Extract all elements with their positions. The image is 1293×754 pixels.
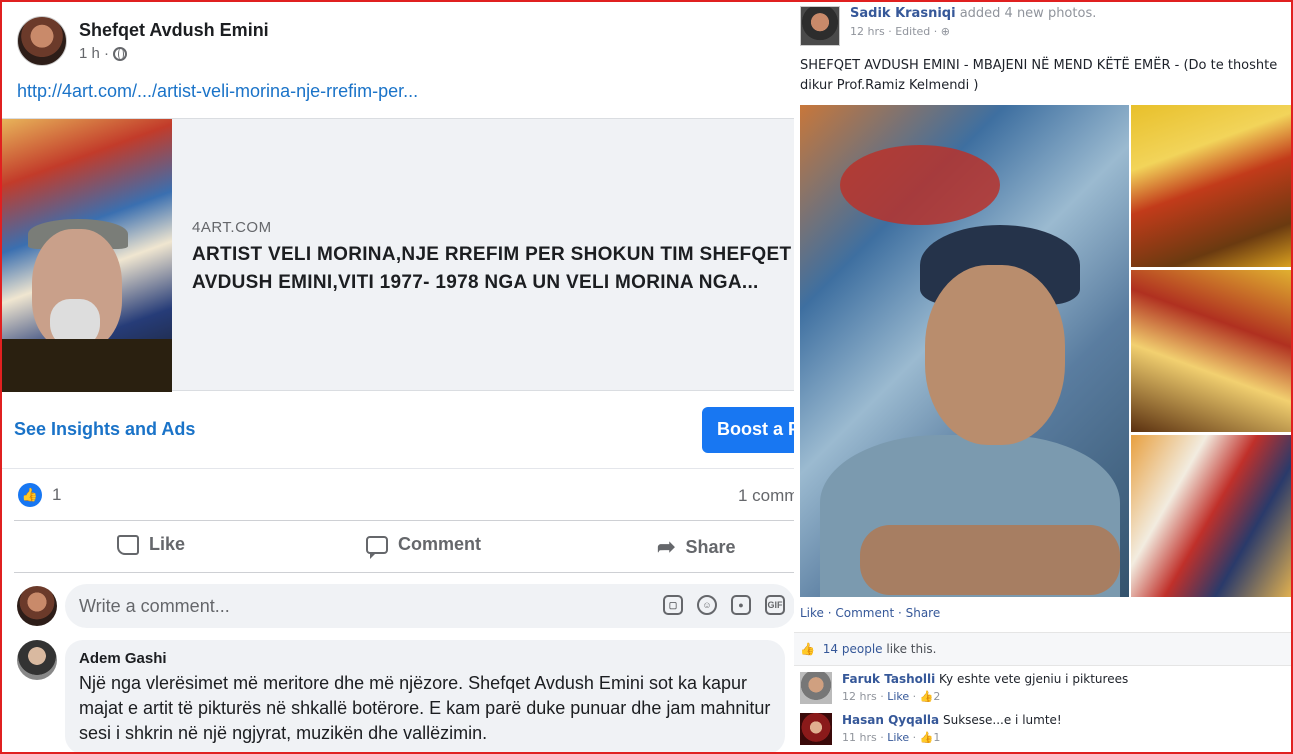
commenter-avatar[interactable] (800, 713, 832, 745)
thumbs-up-icon: 👍 (919, 690, 934, 703)
gif-icon[interactable]: GIF (765, 595, 785, 615)
divider (14, 572, 794, 573)
comment-icon (366, 535, 388, 559)
post-action-text: added 4 new photos. (959, 6, 1097, 21)
comment-button[interactable]: Comment (366, 534, 482, 559)
thumbs-up-icon: 👍 (919, 731, 934, 744)
post-actions-label: Like · Comment · Share (800, 606, 941, 620)
emoji-icon[interactable]: ☺ (697, 595, 717, 615)
divider (14, 520, 794, 521)
comment: Adem Gashi Një nga vlerësimet më meritor… (17, 640, 785, 752)
comment-text: Një nga vlerësimet më meritore dhe më nj… (79, 673, 771, 743)
preview-title[interactable]: ARTIST VELI MORINA,NJE RREFIM PER SHOKUN… (192, 241, 792, 297)
comment-like-count: 2 (933, 690, 941, 703)
share-button[interactable]: ➦ Share (657, 534, 735, 560)
comment: Faruk Tasholli Ky eshte vete gjeniu i pi… (800, 672, 1128, 704)
reaction-count: 1 (52, 485, 62, 504)
post-title-line: Sadik Krasniqi added 4 new photos. (850, 6, 1096, 21)
post-time[interactable]: 12 hrs · Edited · (850, 25, 937, 38)
author-avatar[interactable] (800, 6, 840, 46)
like-button[interactable]: Like (117, 534, 185, 555)
comment-meta: 11 hrs · Like · 👍1 (842, 731, 941, 744)
divider (2, 468, 794, 469)
camera-icon[interactable]: ● (731, 595, 751, 615)
comment-like-link[interactable]: Like (887, 690, 909, 703)
likes-summary: 👍 14 people like this. (794, 632, 1291, 666)
sticker-icon[interactable]: ▢ (663, 595, 683, 615)
comment: Hasan Qyqalla Suksese...e i lumte! 11 hr… (800, 713, 1062, 745)
see-insights-link[interactable]: See Insights and Ads (14, 419, 195, 440)
preview-source: 4ART.COM (192, 219, 272, 236)
comment-time[interactable]: 12 hrs (842, 690, 877, 703)
current-user-avatar[interactable] (17, 586, 57, 626)
post-time[interactable]: 1 h · (79, 45, 109, 62)
commenter-avatar[interactable] (800, 672, 832, 704)
post-link[interactable]: http://4art.com/.../artist-veli-morina-n… (17, 81, 418, 102)
share-icon: ➦ (657, 534, 676, 559)
like-label: Like (149, 534, 186, 554)
comment-count[interactable]: 1 comm (738, 486, 794, 506)
preview-title-line1: ARTIST VELI MORINA,NJE RREFIM PER SHOKUN… (192, 244, 792, 265)
author-name[interactable]: Sadik Krasniqi (850, 6, 956, 21)
comment-composer: Write a comment... ▢ ☺ ● GIF (17, 584, 794, 628)
post-meta: 1 h · (79, 45, 269, 62)
comment-author[interactable]: Faruk Tasholli (842, 672, 935, 686)
author-name[interactable]: Shefqet Avdush Emini (79, 20, 269, 41)
commenter-avatar[interactable] (17, 640, 57, 680)
left-post: Shefqet Avdush Emini 1 h · http://4art.c… (2, 2, 794, 752)
comment-label: Comment (398, 534, 482, 554)
comment-time[interactable]: 11 hrs (842, 731, 877, 744)
comment-like-link[interactable]: Like (887, 731, 909, 744)
preview-title-line2: AVDUSH EMINI,VITI 1977- 1978 NGA UN VELI… (192, 272, 759, 293)
post-actions[interactable]: Like · Comment · Share (800, 606, 940, 620)
post-meta: 12 hrs · Edited · ⊕ (850, 25, 1096, 38)
globe-icon: ⊕ (940, 25, 950, 38)
comment-input[interactable]: Write a comment... ▢ ☺ ● GIF (65, 584, 794, 628)
photo-thumbnail[interactable] (1131, 105, 1291, 267)
photo-thumbnail[interactable] (1131, 270, 1291, 432)
like-reaction-icon: 👍 (18, 483, 42, 507)
right-post: Sadik Krasniqi added 4 new photos. 12 hr… (794, 2, 1291, 752)
comment-placeholder: Write a comment... (79, 595, 230, 616)
comment-author[interactable]: Adem Gashi (79, 650, 771, 667)
comment-bubble: Adem Gashi Një nga vlerësimet më meritor… (65, 640, 785, 752)
boost-button[interactable]: Boost a P (702, 407, 794, 453)
comment-text: Suksese...e i lumte! (942, 713, 1062, 727)
comment-text: Ky eshte vete gjeniu i pikturees (939, 672, 1129, 686)
likes-suffix: like this. (886, 642, 937, 656)
link-preview[interactable]: 4ART.COM ARTIST VELI MORINA,NJE RREFIM P… (2, 118, 794, 392)
comment-meta: 12 hrs · Like · 👍2 (842, 690, 941, 703)
thumbs-up-icon: 👍 (800, 642, 815, 656)
globe-icon (113, 46, 128, 61)
thumbs-up-icon (117, 534, 139, 555)
post-caption: SHEFQET AVDUSH EMINI - MBAJENI NË MEND K… (800, 58, 1278, 93)
comment-author[interactable]: Hasan Qyqalla (842, 713, 939, 727)
preview-image[interactable] (2, 119, 172, 392)
post-header: Shefqet Avdush Emini 1 h · (17, 16, 269, 66)
likes-people-link[interactable]: 14 people (823, 642, 883, 656)
photo-thumbnail[interactable] (1131, 435, 1291, 597)
post-header: Sadik Krasniqi added 4 new photos. 12 hr… (800, 6, 1096, 46)
main-photo[interactable] (800, 105, 1129, 597)
comment-like-count: 1 (933, 731, 941, 744)
reaction-summary[interactable]: 👍 1 (18, 483, 61, 507)
author-avatar[interactable] (17, 16, 67, 66)
share-label: Share (685, 536, 736, 557)
